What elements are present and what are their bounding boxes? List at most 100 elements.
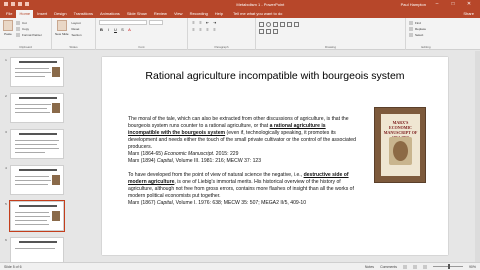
clipboard-group-label: Clipboard [19, 45, 32, 49]
justify-icon[interactable]: ≡ [212, 27, 217, 32]
strikethrough-icon[interactable]: S [120, 27, 125, 32]
minimize-button[interactable]: – [432, 0, 442, 8]
redo-icon[interactable] [18, 2, 22, 6]
tab-slide-show[interactable]: Slide Show [124, 10, 150, 18]
italic-icon[interactable]: I [106, 27, 111, 32]
slide-thumbnails-pane: 1 2 3 4 5 6 [0, 51, 70, 262]
thumb-text [15, 148, 59, 149]
comments-button[interactable]: Comments [380, 265, 397, 269]
format-painter-button[interactable]: Format Painter [16, 32, 42, 38]
section-button[interactable]: Section [72, 32, 82, 38]
zoom-slider[interactable] [432, 264, 463, 269]
thumb-text [15, 184, 48, 185]
select-button[interactable]: Select [409, 32, 443, 38]
slide-thumbnail[interactable] [10, 57, 64, 87]
thumbnail-5[interactable]: 5 [2, 200, 68, 232]
share-button[interactable]: Share [463, 10, 480, 18]
slide-thumbnail[interactable] [10, 165, 64, 195]
ribbon-home: Paste Cut Copy Format Painter Clipboard … [0, 18, 480, 50]
vertical-scrollbar[interactable] [475, 51, 480, 262]
thumbnail-1[interactable]: 1 [2, 57, 68, 87]
bullets-icon[interactable]: ≡ [191, 20, 196, 25]
tell-me-search[interactable]: Tell me what you want to do [233, 10, 282, 18]
tab-home[interactable]: Home [16, 10, 34, 18]
normal-view-icon[interactable] [402, 264, 407, 269]
tab-view[interactable]: View [171, 10, 186, 18]
ribbon-tabs: File Home Insert Design Transitions Anim… [0, 8, 480, 18]
tab-recording[interactable]: Recording [187, 10, 211, 18]
close-button[interactable]: ✕ [464, 0, 474, 8]
increase-indent-icon[interactable]: ⇥ [212, 20, 217, 25]
brace-shape-icon[interactable] [273, 29, 278, 34]
book-cover-image[interactable]: MARX'S ECONOMIC MANUSCRIPT OF 1864-1865 [374, 107, 426, 183]
slide-thumbnail[interactable] [10, 237, 64, 262]
tab-file[interactable]: File [3, 10, 15, 18]
thumbnail-6[interactable]: 6 [2, 237, 68, 262]
notes-button[interactable]: Notes [365, 265, 374, 269]
find-icon [409, 21, 413, 25]
rectangle-shape-icon[interactable] [259, 22, 264, 27]
textbox-shape-icon[interactable] [259, 29, 264, 34]
paragraph-2: To have developed from the point of view… [128, 172, 357, 207]
thumb-text [15, 104, 51, 105]
thumb-text [15, 112, 50, 113]
thumb-text [15, 72, 51, 73]
brush-icon [16, 33, 20, 37]
star-shape-icon[interactable] [294, 22, 299, 27]
thumbnail-number: 4 [5, 166, 7, 170]
thumb-title [19, 169, 57, 171]
bold-icon[interactable]: B [99, 27, 104, 32]
save-icon[interactable] [4, 2, 8, 6]
paste-button[interactable]: Paste [3, 20, 13, 38]
drawing-group: Drawing [256, 18, 406, 50]
font-name-box[interactable] [99, 20, 147, 25]
thumbnail-4[interactable]: 4 [2, 165, 68, 195]
slide-body-textbox[interactable]: The moral of the tale, which can also be… [128, 116, 357, 214]
zoom-knob[interactable] [447, 264, 450, 269]
tab-insert[interactable]: Insert [34, 10, 50, 18]
thumb-title [19, 133, 57, 135]
maximize-button[interactable]: □ [448, 0, 458, 8]
paragraph-group: ≡ ≡ ⇤ ⇥ ≡ ≡ ≡ ≡ Paragraph [188, 18, 256, 50]
thumb-text [15, 140, 59, 141]
callout-shape-icon[interactable] [266, 29, 271, 34]
tab-transitions[interactable]: Transitions [71, 10, 96, 18]
undo-icon[interactable] [11, 2, 15, 6]
arrow-shape-icon[interactable] [280, 22, 285, 27]
title-bar: Metabolism 1 - PowerPoint Paul Hampton –… [0, 0, 480, 8]
current-slide[interactable]: Rational agriculture incompatible with b… [102, 57, 448, 255]
thumbnail-3[interactable]: 3 [2, 129, 68, 159]
oval-shape-icon[interactable] [266, 22, 271, 27]
tab-animations[interactable]: Animations [97, 10, 123, 18]
slide-thumbnail[interactable] [10, 93, 64, 123]
user-name[interactable]: Paul Hampton [401, 2, 426, 7]
line-shape-icon[interactable] [287, 22, 292, 27]
triangle-shape-icon[interactable] [273, 22, 278, 27]
font-color-icon[interactable]: A [127, 27, 132, 32]
citation-text: , Volume I. 1976: 638; MECW 35: 507; MEG… [172, 200, 307, 206]
slide-title[interactable]: Rational agriculture incompatible with b… [102, 70, 448, 82]
align-right-icon[interactable]: ≡ [205, 27, 210, 32]
align-left-icon[interactable]: ≡ [191, 27, 196, 32]
tab-review[interactable]: Review [151, 10, 170, 18]
tab-design[interactable]: Design [51, 10, 69, 18]
slide-sorter-icon[interactable] [412, 264, 417, 269]
decrease-indent-icon[interactable]: ⇤ [205, 20, 210, 25]
underline-icon[interactable]: U [113, 27, 118, 32]
new-slide-button[interactable]: New Slide [55, 20, 69, 38]
reading-view-icon[interactable] [422, 264, 427, 269]
thumbnail-number: 2 [5, 94, 7, 98]
font-size-box[interactable] [149, 20, 163, 25]
slideshow-icon[interactable] [25, 2, 29, 6]
tab-help[interactable]: Help [212, 10, 226, 18]
numbering-icon[interactable]: ≡ [198, 20, 203, 25]
slide-thumbnail-selected[interactable] [9, 200, 65, 232]
align-center-icon[interactable]: ≡ [198, 27, 203, 32]
zoom-level[interactable]: 90% [469, 265, 476, 269]
thumb-text [15, 220, 47, 221]
paragraph-group-label: Paragraph [214, 45, 229, 49]
citation-text: Marx (1864-65) [128, 151, 165, 157]
thumbnail-2[interactable]: 2 [2, 93, 68, 123]
paragraph-1: The moral of the tale, which can also be… [128, 116, 357, 165]
slide-thumbnail[interactable] [10, 129, 64, 159]
